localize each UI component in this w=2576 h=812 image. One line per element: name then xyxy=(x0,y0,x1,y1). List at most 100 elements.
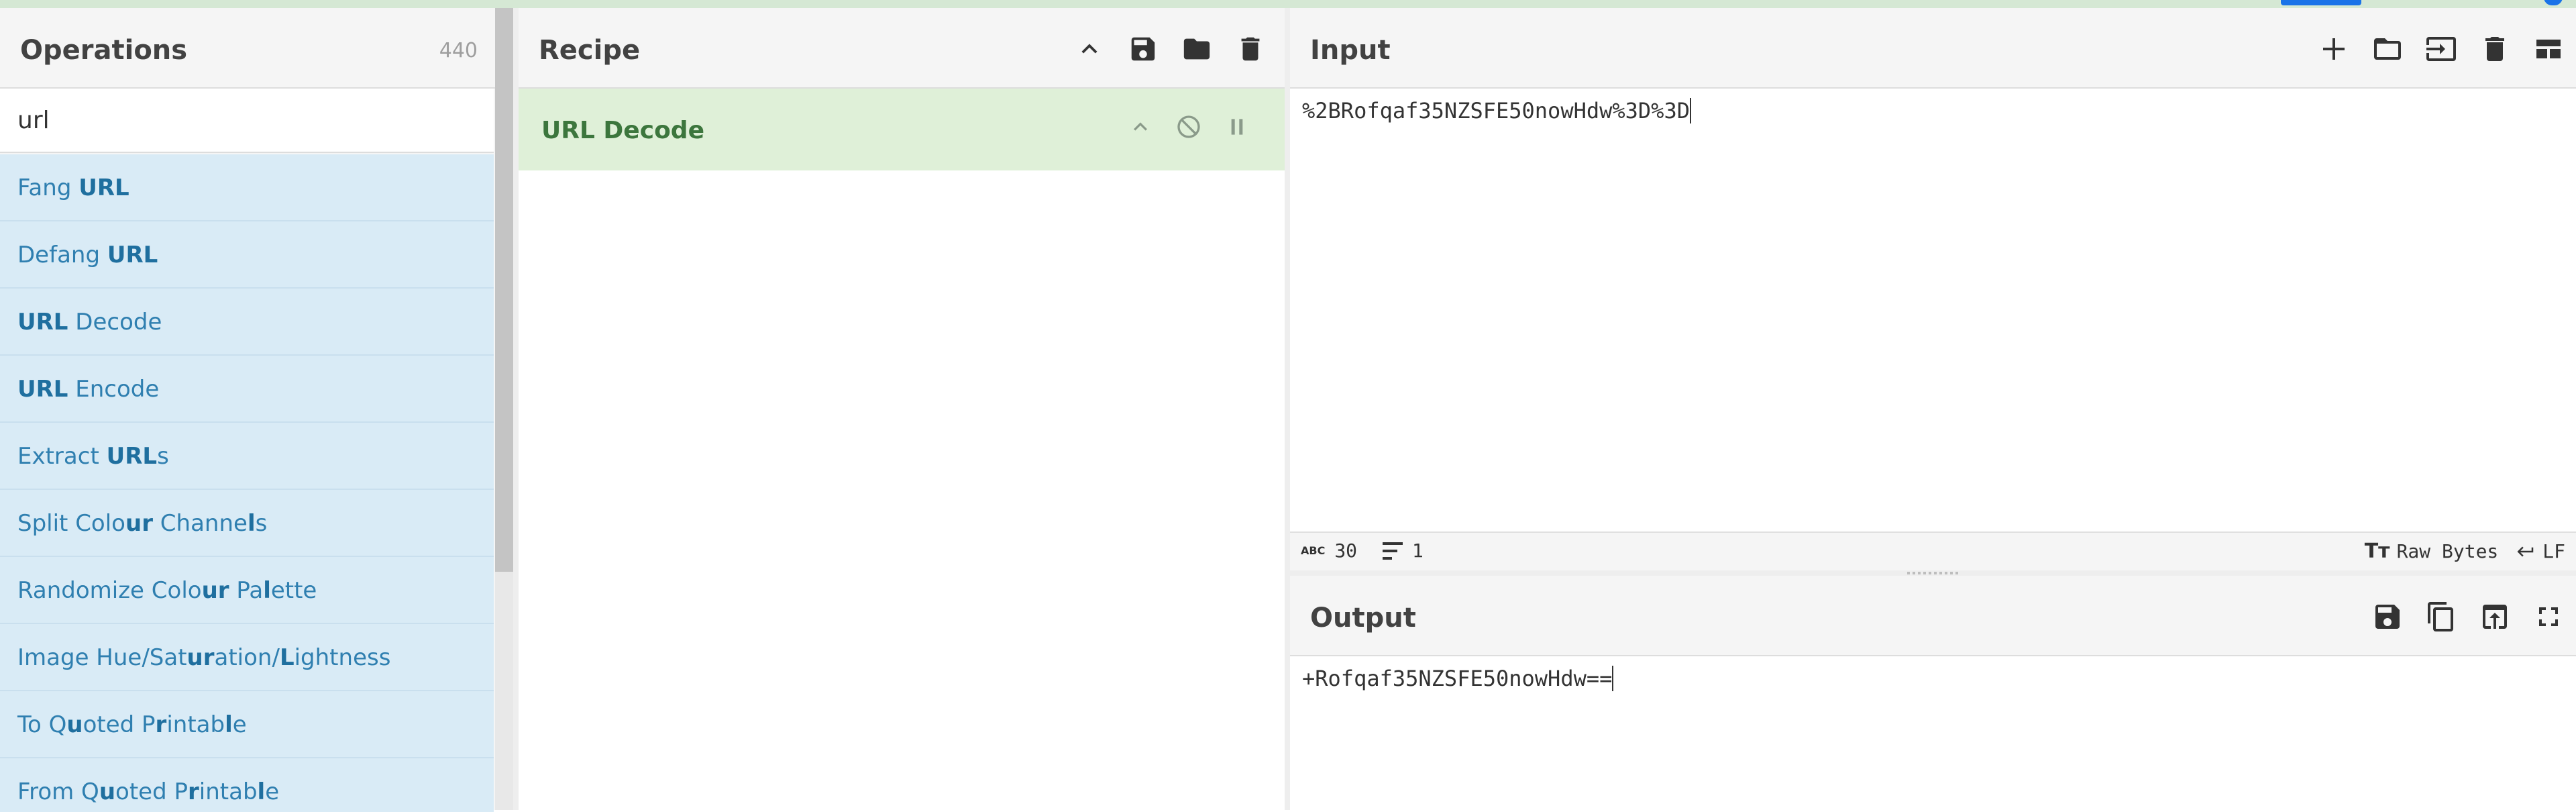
operations-title: Operations xyxy=(20,35,188,66)
operation-match-text: ur xyxy=(186,644,215,671)
operation-item[interactable]: From Quoted Printable xyxy=(0,758,494,812)
clear-input-button[interactable] xyxy=(2474,28,2516,70)
save-icon xyxy=(2375,605,2400,629)
recipe-operation-controls xyxy=(1126,113,1251,141)
operation-text: Fang xyxy=(17,174,79,201)
save-output-button[interactable] xyxy=(2367,596,2408,638)
operations-scrollbar-thumb[interactable] xyxy=(495,8,513,572)
recipe-title: Recipe xyxy=(539,35,641,66)
top-strip xyxy=(0,0,2576,8)
folder-outline-icon xyxy=(2374,38,2401,60)
operations-header: Operations 440 xyxy=(0,8,495,89)
operation-text: Channe xyxy=(152,510,248,537)
recipe-header: Recipe xyxy=(519,8,1285,89)
recipe-op-collapse-button[interactable] xyxy=(1126,113,1155,141)
operations-search-input[interactable] xyxy=(0,89,494,153)
eol-selector[interactable]: LF xyxy=(2516,540,2565,562)
operation-text: inta xyxy=(166,711,211,738)
recipe-panel: Recipe URL Decode xyxy=(519,8,1285,810)
operation-text: ightness xyxy=(294,644,391,671)
fullscreen-icon xyxy=(2539,607,2558,626)
maximise-output-button[interactable] xyxy=(2528,596,2569,638)
save-icon xyxy=(1131,37,1155,61)
operation-text: Encode xyxy=(68,376,160,403)
operation-match-text: L xyxy=(279,644,294,671)
operation-item[interactable]: Fang URL xyxy=(0,154,494,221)
operations-panel: Operations 440 Fang URLDefang URLURL Dec… xyxy=(0,8,513,812)
operation-item[interactable]: To Quoted Printable xyxy=(0,691,494,758)
recipe-collapse-all-button[interactable] xyxy=(1069,28,1110,70)
encoding-selector[interactable]: Tт Raw Bytes xyxy=(2365,540,2499,563)
clear-recipe-button[interactable] xyxy=(1230,28,1271,70)
open-folder-button[interactable] xyxy=(2367,28,2408,70)
output-textarea[interactable]: +Rofqaf35NZSFE50nowHdw== xyxy=(1302,666,1614,691)
reset-layout-button[interactable] xyxy=(2528,28,2569,70)
copy-icon xyxy=(2428,602,2453,631)
operation-text: inta xyxy=(199,778,243,805)
operation-match-text: URL xyxy=(107,242,158,268)
operation-item[interactable]: Split Colour Channels xyxy=(0,490,494,557)
operation-item[interactable]: Image Hue/Saturation/Lightness xyxy=(0,624,494,691)
output-header: Output xyxy=(1290,576,2576,656)
load-recipe-button[interactable] xyxy=(1176,28,1218,70)
operation-text: ation/ xyxy=(214,644,280,671)
input-line-count: 1 xyxy=(1412,540,1424,562)
input-output-splitter[interactable] xyxy=(1290,570,2576,576)
recipe-op-disable-button[interactable] xyxy=(1175,113,1203,141)
recipe-operation-url-decode[interactable]: URL Decode xyxy=(519,89,1285,170)
trash-icon xyxy=(1241,37,1260,61)
operation-item[interactable]: URL Decode xyxy=(0,289,494,356)
top-accent-dot xyxy=(2544,0,2563,5)
recipe-header-icons xyxy=(1069,28,1271,70)
operation-item[interactable]: Randomize Colour Palette xyxy=(0,557,494,624)
operation-match-text: ur xyxy=(201,577,229,604)
top-accent-bar xyxy=(2281,0,2361,5)
input-header-icons xyxy=(2313,28,2569,70)
operation-match-text: r xyxy=(155,711,167,738)
save-recipe-button[interactable] xyxy=(1122,28,1164,70)
output-header-icons xyxy=(2367,596,2569,638)
plus-icon xyxy=(2323,38,2345,60)
folder-icon xyxy=(1183,38,1210,60)
input-panel: Input %2BRofqaf35NZSFE50nowHdw%3D%3D ABC… xyxy=(1290,8,2576,572)
operation-match-text: l xyxy=(247,510,256,537)
operation-match-text: URL xyxy=(17,309,68,336)
operation-text: To Q xyxy=(17,711,67,738)
operation-match-text: l xyxy=(257,778,266,805)
operation-item[interactable]: Defang URL xyxy=(0,221,494,289)
input-file-icon xyxy=(2426,37,2456,61)
operation-match-text: URL xyxy=(78,174,129,201)
copy-output-button[interactable] xyxy=(2420,596,2462,638)
replace-input-button[interactable] xyxy=(2474,596,2516,638)
input-text: %2BRofqaf35NZSFE50nowHdw%3D%3D xyxy=(1302,98,1690,123)
pause-icon xyxy=(1231,119,1243,135)
operation-match-text: r xyxy=(187,778,199,805)
input-header: Input xyxy=(1290,8,2576,89)
operation-match-text: l xyxy=(263,577,271,604)
lines-icon xyxy=(1383,542,1403,560)
input-status-bar: ABC 30 1 Tт Raw Bytes LF xyxy=(1290,531,2576,572)
splitter-grip[interactable] xyxy=(1907,572,1961,574)
ops-recipe-splitter[interactable] xyxy=(513,8,519,810)
open-file-button[interactable] xyxy=(2420,28,2462,70)
operation-text: Defang xyxy=(17,242,107,268)
operation-text: ette xyxy=(270,577,317,604)
operation-item[interactable]: Extract URLs xyxy=(0,423,494,490)
text-caret xyxy=(1689,98,1691,123)
recipe-io-splitter[interactable] xyxy=(1285,8,1290,810)
input-textarea[interactable]: %2BRofqaf35NZSFE50nowHdw%3D%3D xyxy=(1302,98,1691,123)
trash-icon xyxy=(2485,37,2504,61)
operation-item[interactable]: URL Encode xyxy=(0,356,494,423)
operation-text: Pa xyxy=(229,577,264,604)
input-encoding-controls: Tт Raw Bytes LF xyxy=(2365,540,2565,563)
operation-text: e xyxy=(232,711,247,738)
operation-text: b xyxy=(242,778,258,805)
add-input-tab-button[interactable] xyxy=(2313,28,2355,70)
recipe-op-breakpoint-button[interactable] xyxy=(1223,113,1251,141)
recipe-operation-title: URL Decode xyxy=(541,117,704,144)
operation-text: oted P xyxy=(115,778,188,805)
operation-text: Extract xyxy=(17,443,107,470)
input-char-count: 30 xyxy=(1334,540,1358,562)
encoding-label: Raw Bytes xyxy=(2396,540,2499,562)
operation-match-text: URL xyxy=(106,443,158,470)
